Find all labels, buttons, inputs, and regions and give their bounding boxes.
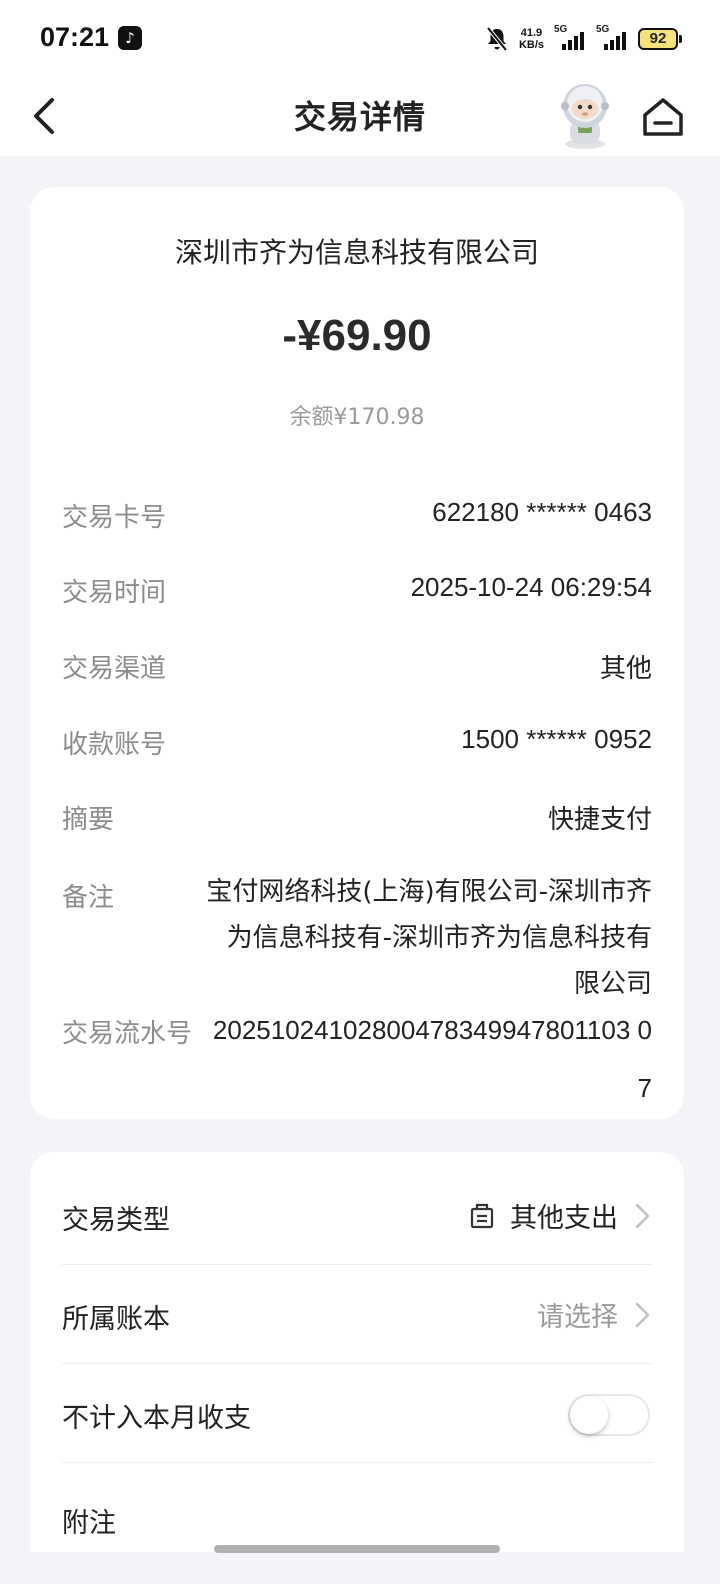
account-book-placeholder: 请选择 (537, 1302, 618, 1333)
merchant-name: 深圳市齐为信息科技有限公司 (174, 236, 539, 269)
balance-text: 余额¥170.98 (289, 405, 425, 430)
mascot-icon[interactable] (550, 80, 620, 152)
time-label: 交易时间 (62, 578, 167, 608)
exclude-month-toggle[interactable] (568, 1394, 650, 1436)
bell-muted-icon (486, 26, 508, 52)
exclude-month-label: 不计入本月收支 (62, 1403, 251, 1434)
status-time: 07:21 (40, 22, 110, 52)
account-book-label: 所属账本 (62, 1304, 170, 1335)
remark-value: 宝付网络科技(上海)有限公司-深圳市齐为信息科技有-深圳市齐为信息科技有限公司 (206, 877, 652, 999)
abstract-value: 快捷支付 (547, 805, 652, 835)
transaction-card: 深圳市齐为信息科技有限公司 -¥69.90 余额¥170.98 交易卡号 622… (30, 187, 684, 1119)
signal-2-icon: 5G (596, 24, 628, 50)
serial-value: 20251024102800478349947801103 07 (212, 1015, 652, 1103)
signal-1-icon: 5G (554, 24, 586, 50)
transaction-type-row[interactable]: 交易类型 其他支出 (62, 1166, 652, 1265)
channel-label: 交易渠道 (62, 654, 167, 684)
account-book-row[interactable]: 所属账本 请选择 (62, 1265, 652, 1364)
settings-card: 交易类型 其他支出 所属账本 请选择 不计入本月收支 附注 (30, 1152, 684, 1552)
nav-bar: 交易详情 (0, 78, 720, 156)
channel-value: 其他 (599, 654, 652, 684)
payee-value: 1500 ****** 0952 (461, 724, 652, 754)
abstract-label: 摘要 (62, 805, 115, 835)
card-no-value: 622180 ****** 0463 (432, 497, 652, 527)
status-icons: 41.9 KB/s 5G 5G 92 (485, 24, 682, 54)
serial-label: 交易流水号 (62, 1019, 193, 1049)
exclude-month-row: 不计入本月收支 (62, 1364, 652, 1463)
note-label: 附注 (62, 1508, 116, 1539)
remark-label: 备注 (62, 883, 115, 913)
time-value: 2025-10-24 06:29:54 (410, 572, 652, 602)
transaction-amount: -¥69.90 (282, 311, 432, 360)
transaction-type-value: 其他支出 (510, 1203, 618, 1234)
category-icon (470, 1203, 494, 1228)
chevron-right-icon (635, 1302, 650, 1327)
battery-icon: 92 (638, 28, 682, 50)
tiktok-icon: ♪ (118, 26, 142, 50)
transaction-type-label: 交易类型 (62, 1205, 170, 1236)
card-no-label: 交易卡号 (62, 503, 167, 533)
status-bar: 07:21 ♪ 41.9 KB/s 5G 5G 92 (0, 0, 720, 78)
toggle-knob (570, 1396, 608, 1434)
chevron-right-icon (635, 1203, 650, 1228)
payee-label: 收款账号 (62, 730, 167, 760)
home-icon[interactable] (640, 94, 686, 140)
net-speed: 41.9 KB/s (518, 27, 544, 51)
home-indicator[interactable] (214, 1545, 500, 1553)
